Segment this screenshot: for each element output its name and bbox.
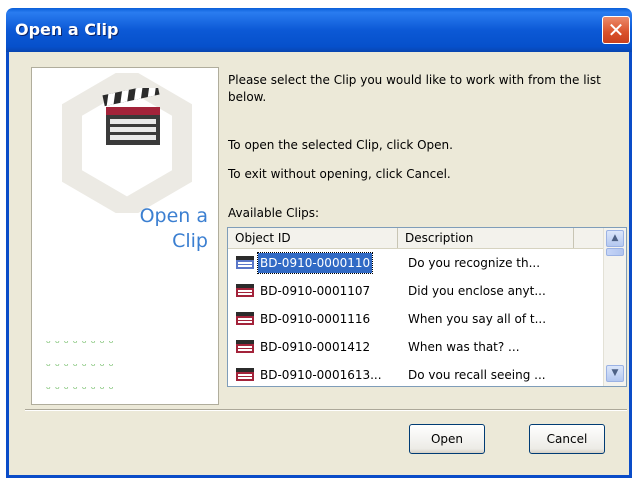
clip-description: When you say all of t... (408, 312, 547, 326)
list-header: Object ID Description (228, 228, 604, 249)
banner-title-line1: Open a (139, 205, 208, 227)
clip-description: Did you enclose anyt... (408, 284, 546, 298)
scroll-up-button[interactable]: ▲ (606, 230, 624, 247)
instruction-text: Please select the Clip you would like to… (228, 73, 601, 104)
clip-description: When was that? ... (408, 340, 520, 354)
clip-icon (236, 256, 254, 269)
clip-description: Do you recognize th... (408, 256, 541, 270)
close-icon: ✕ (607, 18, 625, 42)
cancel-instruction: To exit without opening, click Cancel. (228, 167, 451, 181)
close-button[interactable]: ✕ (602, 16, 630, 44)
clip-icon (236, 312, 254, 325)
side-banner: Open a Clip ᵕᵕᵕᵕᵕᵕᵕᵕ ᵕᵕᵕᵕᵕᵕᵕᵕ ᵕᵕᵕᵕᵕᵕᵕᵕ (31, 67, 219, 405)
decorative-dots: ᵕᵕᵕᵕᵕᵕᵕᵕ (46, 382, 118, 396)
clip-icon (236, 340, 254, 353)
clip-icon (236, 368, 254, 381)
open-instruction: To open the selected Clip, click Open. (228, 138, 453, 152)
banner-title-line2: Clip (172, 230, 208, 252)
open-button[interactable]: Open (409, 424, 485, 454)
decorative-dots: ᵕᵕᵕᵕᵕᵕᵕᵕ (46, 359, 118, 373)
list-rows: BD-0910-0000110 Do you recognize th... B… (228, 249, 604, 386)
dialog-body: Open a Clip ᵕᵕᵕᵕᵕᵕᵕᵕ ᵕᵕᵕᵕᵕᵕᵕᵕ ᵕᵕᵕᵕᵕᵕᵕᵕ P… (6, 52, 632, 478)
available-clips-label: Available Clips: (228, 206, 320, 220)
banner-title: Open a Clip (140, 204, 208, 254)
clapperboard-icon (102, 88, 160, 145)
clip-object-id: BD-0910-0001116 (260, 312, 371, 326)
divider (25, 409, 627, 411)
column-header-object-id[interactable]: Object ID (228, 228, 398, 248)
vertical-scrollbar[interactable]: ▲ ▼ (603, 228, 626, 386)
clip-object-id: BD-0910-0001613... (260, 368, 382, 382)
list-item[interactable]: BD-0910-0000110 Do you recognize th... (228, 249, 604, 277)
window-title: Open a Clip (15, 20, 119, 39)
scroll-down-button[interactable]: ▼ (606, 365, 624, 382)
scroll-thumb[interactable] (606, 248, 624, 256)
column-header-description[interactable]: Description (398, 228, 574, 248)
decorative-dots: ᵕᵕᵕᵕᵕᵕᵕᵕ (46, 336, 118, 350)
chevron-up-icon: ▲ (611, 233, 619, 243)
clip-description: Do vou recall seeing ... (408, 368, 546, 382)
list-item[interactable]: BD-0910-0001412 When was that? ... (228, 333, 604, 361)
list-item[interactable]: BD-0910-0001107 Did you enclose anyt... (228, 277, 604, 305)
clip-icon (236, 284, 254, 297)
title-bar[interactable]: Open a Clip ✕ (6, 8, 632, 52)
open-clip-dialog: Open a Clip ✕ Open a Clip ᵕᵕᵕᵕᵕᵕᵕᵕ ᵕᵕᵕᵕᵕ… (0, 0, 636, 478)
list-item[interactable]: BD-0910-0001116 When you say all of t... (228, 305, 604, 333)
cancel-button[interactable]: Cancel (529, 424, 605, 454)
clip-object-id: BD-0910-0001412 (260, 340, 371, 354)
chevron-down-icon: ▼ (611, 368, 619, 378)
list-item[interactable]: BD-0910-0001613... Do vou recall seeing … (228, 361, 604, 386)
clips-listview[interactable]: Object ID Description BD-0910-0000110 Do… (227, 227, 627, 387)
clip-object-id: BD-0910-0001107 (260, 284, 371, 298)
clip-object-id: BD-0910-0000110 (256, 252, 374, 274)
